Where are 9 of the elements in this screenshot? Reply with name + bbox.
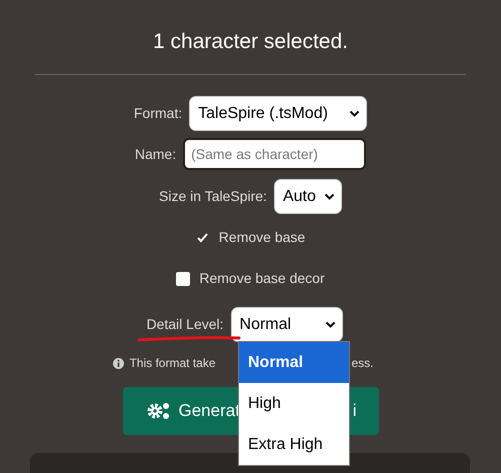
field-label: Format:: [134, 104, 182, 123]
field-label: Detail Level:: [146, 315, 224, 334]
field-label: Size in TaleSpire:: [159, 187, 267, 206]
info-text: ess.: [352, 355, 374, 372]
checkbox-label: Remove base: [218, 228, 306, 247]
checkbox-label: Remove base decor: [199, 269, 325, 288]
field-label: Name:: [134, 144, 176, 164]
heading: 1 character selected.: [153, 30, 348, 53]
info-text: This format take: [129, 355, 216, 372]
